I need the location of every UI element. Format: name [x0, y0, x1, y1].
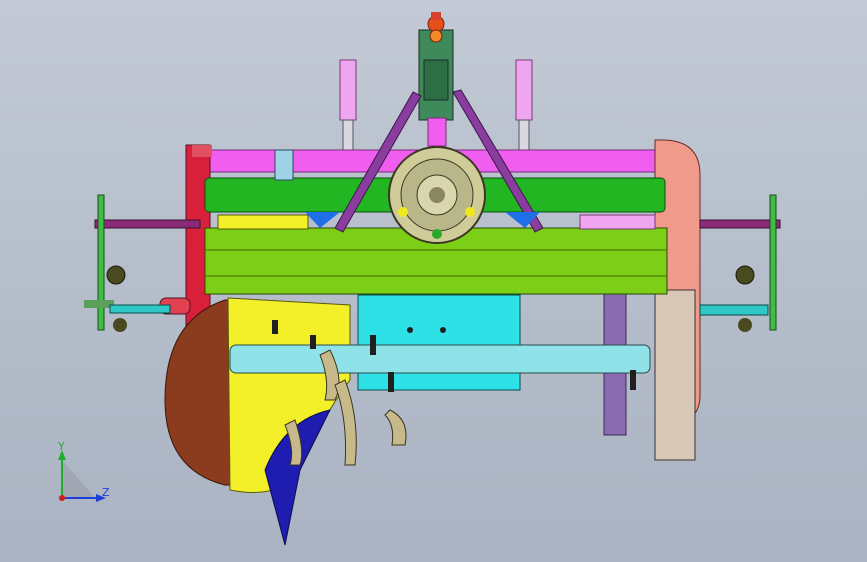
yellow-plate-left[interactable]	[217, 214, 309, 230]
gearbox[interactable]	[388, 146, 486, 244]
cyan-bracket-left[interactable]	[274, 149, 294, 181]
y-axis-label: Y	[58, 440, 65, 453]
z-axis-label: Z	[102, 486, 110, 499]
rotor-shaft[interactable]	[229, 344, 651, 374]
blue-wedge-left[interactable]	[305, 212, 340, 228]
cad-viewport[interactable]: Y Z	[0, 0, 867, 562]
left-drum[interactable]	[164, 299, 236, 486]
rotary-tiller-model[interactable]	[0, 0, 867, 562]
top-hitch-mast[interactable]	[418, 12, 454, 147]
coordinate-triad	[58, 450, 106, 502]
pink-plate-right[interactable]	[579, 214, 656, 230]
x-axis-dot	[59, 495, 65, 501]
cyan-plate[interactable]	[357, 294, 521, 391]
